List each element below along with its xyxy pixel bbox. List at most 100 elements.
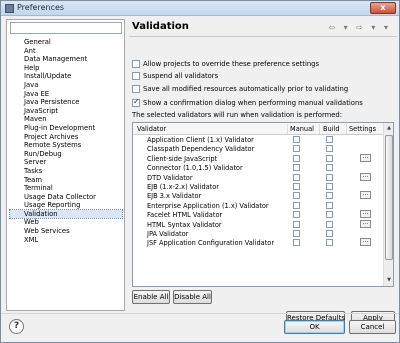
column-divider <box>319 124 320 134</box>
scroll-down-arrow-icon[interactable]: ▼ <box>385 276 393 285</box>
settings-button[interactable]: ... <box>360 191 371 200</box>
option-row[interactable]: Suspend all validators <box>132 71 218 81</box>
build-checkbox[interactable] <box>326 136 333 143</box>
option-checkbox[interactable] <box>132 85 140 93</box>
nav-item-general[interactable]: General <box>10 38 122 47</box>
nav-item-usage-data-collector[interactable]: Usage Data Collector <box>10 193 122 202</box>
nav-item-server[interactable]: Server <box>10 158 122 167</box>
nav-item-ant[interactable]: Ant <box>10 47 122 56</box>
nav-item-tasks[interactable]: Tasks <box>10 167 122 176</box>
option-checkbox[interactable] <box>132 60 140 68</box>
column-header-manual[interactable]: Manual <box>290 125 314 133</box>
preference-tree: General Ant Data Management Help Install/Upd… <box>9 38 123 245</box>
validator-name: JPA Validator <box>147 229 189 238</box>
history-nav-arrows[interactable]: ⇦ ▾ ⇨ ▾ ▾ <box>328 23 391 32</box>
nav-item-web-services[interactable]: Web Services <box>10 227 122 236</box>
build-checkbox[interactable] <box>326 229 333 237</box>
nav-item-usage-reporting[interactable]: Usage Reporting <box>10 201 122 210</box>
nav-item-plug-in-development[interactable]: Plug-in Development <box>10 124 122 133</box>
build-checkbox[interactable] <box>326 192 333 200</box>
validator-name: DTD Validator <box>147 173 193 182</box>
build-checkbox[interactable] <box>326 211 333 219</box>
table-row[interactable]: EJB (1.x-2.x) Validator <box>133 182 383 191</box>
build-checkbox[interactable] <box>326 182 333 190</box>
option-label: Suspend all validators <box>143 72 219 80</box>
validator-rows: Application Client (1.x) Validator Classp… <box>133 135 383 248</box>
table-row[interactable]: Classpath Dependency Validator <box>133 144 383 153</box>
option-checkbox[interactable] <box>132 97 140 107</box>
nav-item-remote-systems[interactable]: Remote Systems <box>10 141 122 150</box>
nav-item-maven[interactable]: Maven <box>10 115 122 124</box>
nav-item-java-ee[interactable]: Java EE <box>10 90 122 99</box>
help-icon[interactable]: ? <box>9 319 24 334</box>
bottom-divider <box>1 313 399 314</box>
settings-button[interactable]: ... <box>360 210 371 219</box>
table-caption: The selected validators will run when va… <box>132 111 343 119</box>
scrollbar-thumb[interactable] <box>385 135 393 260</box>
disable-all-button[interactable]: Disable All <box>173 290 212 304</box>
manual-checkbox[interactable] <box>293 182 300 190</box>
option-row[interactable]: Show a confirmation dialog when performi… <box>132 97 363 108</box>
table-row[interactable]: EJB 3.x Validator... <box>133 191 383 200</box>
nav-item-javascript[interactable]: JavaScript <box>10 107 122 116</box>
manual-checkbox[interactable] <box>293 164 300 172</box>
nav-item-java-persistence[interactable]: Java Persistence <box>10 98 122 107</box>
table-row[interactable]: Application Client (1.x) Validator <box>133 135 383 144</box>
nav-item-project-archives[interactable]: Project Archives <box>10 133 122 142</box>
scroll-up-arrow-icon[interactable]: ▲ <box>385 124 393 133</box>
manual-checkbox[interactable] <box>293 145 300 153</box>
settings-button[interactable]: ... <box>360 219 371 228</box>
nav-item-install-update[interactable]: Install/Update <box>10 72 122 81</box>
manual-checkbox[interactable] <box>293 154 300 162</box>
option-row[interactable]: Allow projects to override these prefere… <box>132 59 319 69</box>
table-row[interactable]: Facelet HTML Validator... <box>133 210 383 219</box>
option-row[interactable]: Save all modified resources automaticall… <box>132 84 348 94</box>
manual-checkbox[interactable] <box>293 136 300 143</box>
manual-checkbox[interactable] <box>293 239 300 247</box>
close-button[interactable]: x <box>370 2 396 14</box>
nav-item-java[interactable]: Java <box>10 81 122 90</box>
settings-button[interactable]: ... <box>360 172 371 181</box>
manual-checkbox[interactable] <box>293 192 300 200</box>
nav-item-team[interactable]: Team <box>10 176 122 185</box>
nav-item-xml[interactable]: XML <box>10 236 122 245</box>
build-checkbox[interactable] <box>326 173 333 181</box>
manual-checkbox[interactable] <box>293 173 300 181</box>
build-checkbox[interactable] <box>326 145 333 153</box>
table-row[interactable]: HTML Syntax Validator... <box>133 219 383 229</box>
column-header-settings[interactable]: Settings <box>349 125 376 133</box>
nav-item-help[interactable]: Help <box>10 64 122 73</box>
manual-checkbox[interactable] <box>293 201 300 209</box>
option-checkbox[interactable] <box>132 72 140 80</box>
nav-item-run-debug[interactable]: Run/Debug <box>10 150 122 159</box>
nav-item-data-management[interactable]: Data Management <box>10 55 122 64</box>
manual-checkbox[interactable] <box>293 220 300 228</box>
enable-all-button[interactable]: Enable All <box>132 290 170 304</box>
build-checkbox[interactable] <box>326 154 333 162</box>
build-checkbox[interactable] <box>326 201 333 209</box>
column-divider <box>346 124 347 134</box>
table-row[interactable]: Connector (1.0,1.5) Validator <box>133 163 383 172</box>
table-row[interactable]: Client-side JavaScript... <box>133 153 383 163</box>
nav-item-validation[interactable]: Validation <box>9 208 123 220</box>
table-row[interactable]: DTD Validator... <box>133 172 383 182</box>
manual-checkbox[interactable] <box>293 229 300 237</box>
column-header-build[interactable]: Build <box>323 125 340 133</box>
table-row[interactable]: Enterprise Application (1.x) Validator <box>133 201 383 210</box>
settings-button[interactable]: ... <box>360 153 371 162</box>
validator-name: JSF Application Configuration Validator <box>147 239 275 248</box>
settings-button[interactable]: ... <box>360 238 371 247</box>
build-checkbox[interactable] <box>326 220 333 228</box>
nav-item-web[interactable]: Web <box>10 218 122 227</box>
table-row[interactable]: JSF Application Configuration Validator.… <box>133 238 383 247</box>
table-scrollbar[interactable]: ▲ ▼ <box>383 123 393 286</box>
column-header-validator[interactable]: Validator <box>137 125 166 133</box>
filter-input[interactable] <box>10 22 122 34</box>
table-row[interactable]: JPA Validator <box>133 229 383 238</box>
cancel-button[interactable]: Cancel <box>349 320 396 334</box>
ok-button[interactable]: OK <box>284 320 345 334</box>
build-checkbox[interactable] <box>326 239 333 247</box>
nav-item-terminal[interactable]: Terminal <box>10 184 122 193</box>
build-checkbox[interactable] <box>326 164 333 172</box>
manual-checkbox[interactable] <box>293 211 300 219</box>
